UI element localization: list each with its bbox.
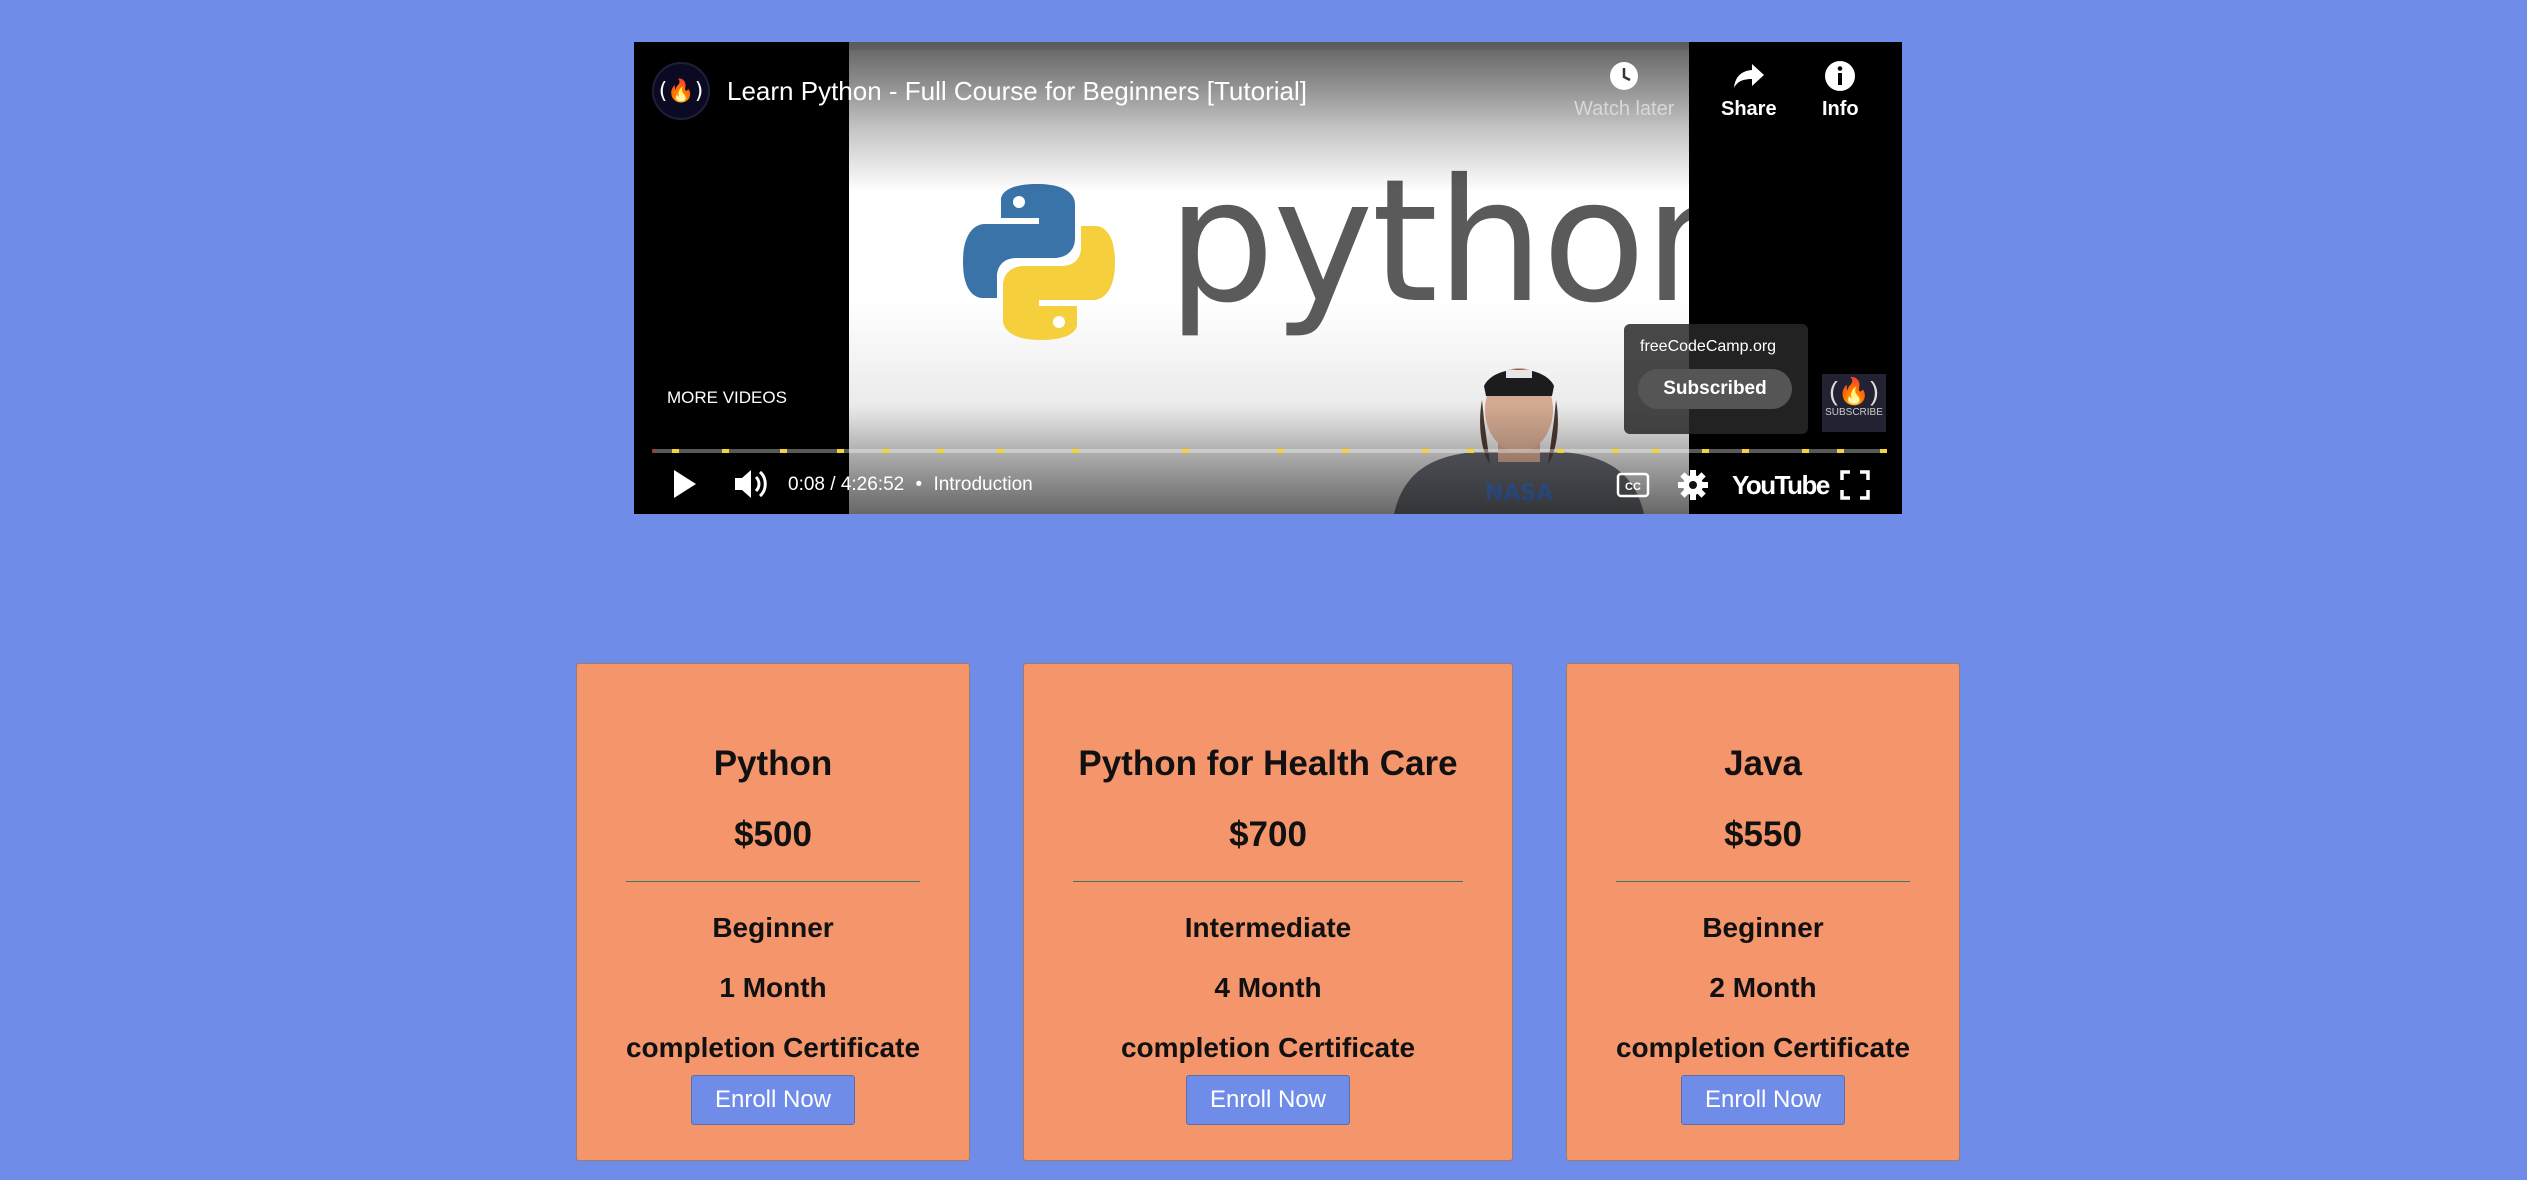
time-display: 0:08 / 4:26:52 • Introduction [788, 474, 1033, 496]
course-title: Python [713, 744, 833, 783]
chapter-marker [997, 449, 1004, 453]
course-certificate: completion Certificate [1120, 1032, 1416, 1063]
clock-icon [1610, 62, 1639, 90]
chapter-marker [1182, 449, 1189, 453]
chapter-marker [1422, 449, 1429, 453]
course-card-python: Python $500 Beginner 1 Month completion … [576, 663, 970, 1161]
play-icon[interactable] [670, 466, 700, 502]
chapter-title[interactable]: Introduction [933, 474, 1032, 495]
course-price: $550 [1724, 815, 1802, 854]
chapter-marker [1880, 449, 1887, 453]
course-certificate: completion Certificate [625, 1032, 921, 1063]
share-button[interactable]: Share [1721, 60, 1777, 121]
chapter-marker [1557, 449, 1564, 453]
chapter-marker [1802, 449, 1809, 453]
share-label: Share [1721, 98, 1777, 120]
chapter-marker [1742, 449, 1749, 453]
watch-later-label: Watch later [1574, 98, 1675, 120]
progress-bar[interactable] [652, 449, 1887, 453]
course-price: $700 [1229, 815, 1307, 854]
chapter-marker [672, 449, 679, 453]
chapter-marker [882, 449, 889, 453]
info-icon [1825, 61, 1856, 91]
subscribe-card-channel[interactable]: freeCodeCamp.org [1640, 338, 1776, 356]
share-icon [1733, 64, 1764, 88]
chapter-marker [722, 449, 729, 453]
course-title: Java [1724, 744, 1802, 783]
watch-later-button[interactable]: Watch later [1574, 60, 1674, 121]
chapter-marker [1612, 449, 1619, 453]
subscribe-card: freeCodeCamp.org Subscribed [1624, 324, 1808, 434]
course-level: Beginner [712, 912, 834, 943]
more-videos-button[interactable]: MORE VIDEOS [667, 388, 787, 408]
player-controls: 0:08 / 4:26:52 • Introduction CC YouTube [634, 460, 1902, 510]
fullscreen-icon[interactable] [1840, 470, 1870, 500]
video-player[interactable]: python NASA (🔥) Learn Python - Full Cour… [634, 42, 1902, 514]
info-label: Info [1822, 98, 1859, 120]
enroll-now-button[interactable]: Enroll Now [1681, 1075, 1845, 1125]
chapter-marker [1652, 449, 1659, 453]
course-card-python-health-care: Python for Health Care $700 Intermediate… [1023, 663, 1513, 1161]
chapter-marker [1837, 449, 1844, 453]
card-divider [626, 881, 920, 882]
python-logo-icon [963, 184, 1115, 340]
chapter-marker [837, 449, 844, 453]
youtube-logo[interactable]: YouTube [1732, 470, 1830, 501]
channel-watermark-icon: (🔥) [1829, 376, 1879, 406]
channel-logo-icon[interactable]: (🔥) [652, 62, 710, 120]
course-title: Python for Health Care [1078, 744, 1458, 783]
course-level: Intermediate [1184, 912, 1352, 943]
course-duration: 2 Month [1709, 972, 1817, 1003]
top-gradient [634, 42, 1902, 192]
enroll-now-button[interactable]: Enroll Now [1186, 1075, 1350, 1125]
subscribed-button[interactable]: Subscribed [1638, 369, 1792, 409]
subscribe-watermark[interactable]: (🔥) SUBSCRIBE [1822, 374, 1886, 432]
course-certificate: completion Certificate [1615, 1032, 1911, 1063]
card-divider [1616, 881, 1910, 882]
volume-icon[interactable] [732, 466, 770, 502]
chapter-marker [780, 449, 787, 453]
card-divider [1073, 881, 1463, 882]
time-current-duration: 0:08 / 4:26:52 [788, 474, 905, 495]
course-duration: 4 Month [1214, 972, 1322, 1003]
info-button[interactable]: Info [1822, 60, 1859, 121]
chapter-marker [1072, 449, 1079, 453]
enroll-now-button[interactable]: Enroll Now [691, 1075, 855, 1125]
subscribe-watermark-label: SUBSCRIBE [1825, 407, 1883, 418]
course-level: Beginner [1702, 912, 1824, 943]
settings-gear-icon[interactable] [1678, 470, 1708, 500]
chapter-marker [1342, 449, 1349, 453]
chapter-marker [1702, 449, 1709, 453]
captions-icon[interactable]: CC [1616, 472, 1650, 498]
chapter-marker [1467, 449, 1474, 453]
course-card-java: Java $550 Beginner 2 Month completion Ce… [1566, 663, 1960, 1161]
course-duration: 1 Month [719, 972, 827, 1003]
chapter-separator: • [915, 474, 923, 495]
chapter-marker [1277, 449, 1284, 453]
chapter-marker [937, 449, 944, 453]
course-price: $500 [734, 815, 812, 854]
video-title[interactable]: Learn Python - Full Course for Beginners… [727, 76, 1307, 107]
progress-fill [652, 449, 653, 453]
svg-text:CC: CC [1625, 481, 1641, 493]
